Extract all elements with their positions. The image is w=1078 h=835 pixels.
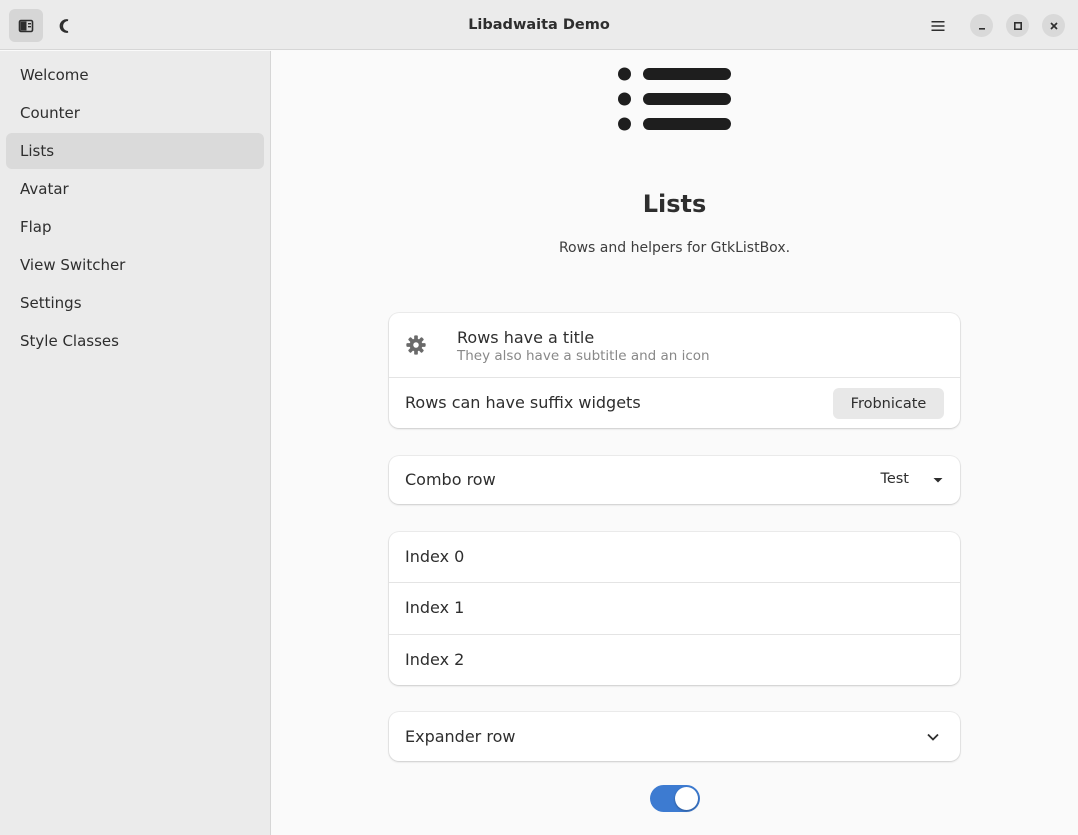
pan-down-icon xyxy=(933,478,943,483)
switch-knob xyxy=(675,787,698,810)
frobnicate-button[interactable]: Frobnicate xyxy=(833,388,944,419)
expander-card: Expander row xyxy=(389,712,960,761)
combo-value: Test xyxy=(880,471,909,487)
sidebar-toggle-button[interactable] xyxy=(9,9,43,42)
chevron-down-icon xyxy=(927,733,939,741)
dark-mode-button[interactable] xyxy=(49,9,83,42)
row-title: Index 0 xyxy=(405,547,465,566)
hamburger-menu-icon xyxy=(931,20,945,31)
sidebar-item-label: Style Classes xyxy=(20,332,119,350)
sidebar-item-avatar[interactable]: Avatar xyxy=(6,171,264,207)
expander-row[interactable]: Expander row xyxy=(389,712,960,761)
sidebar-item-label: Settings xyxy=(20,294,82,312)
moon-icon xyxy=(59,18,69,33)
toggle-switch[interactable] xyxy=(650,785,700,812)
list-item[interactable]: Index 0 xyxy=(389,532,960,583)
page-title: Lists xyxy=(642,190,707,218)
page-description: Rows and helpers for GtkListBox. xyxy=(558,240,791,256)
sidebar-item-label: Welcome xyxy=(20,66,89,84)
maximize-icon xyxy=(1013,21,1022,30)
sidebar-item-counter[interactable]: Counter xyxy=(6,95,264,131)
row-title: Rows can have suffix widgets xyxy=(405,393,641,412)
sidebar-item-flap[interactable]: Flap xyxy=(6,209,264,245)
header-bar: Libadwaita Demo xyxy=(0,0,1078,50)
sidebar-item-label: Avatar xyxy=(20,180,69,198)
gear-icon xyxy=(406,335,426,355)
view-list-icon xyxy=(618,67,731,131)
sidebar-item-settings[interactable]: Settings xyxy=(6,285,264,321)
suffix-row: Rows can have suffix widgets Frobnicate xyxy=(389,378,960,428)
main-menu-button[interactable] xyxy=(921,9,955,42)
list-item[interactable]: Index 2 xyxy=(389,635,960,685)
row-title: Rows have a title xyxy=(457,328,595,347)
sidebar-item-welcome[interactable]: Welcome xyxy=(6,57,264,93)
sidebar-item-label: Flap xyxy=(20,218,52,236)
sidebar-item-label: Lists xyxy=(20,142,55,160)
rows-card: Rows have a title They also have a subti… xyxy=(389,313,960,428)
sidebar-item-style-classes[interactable]: Style Classes xyxy=(6,323,264,359)
combo-card: Combo row Test xyxy=(389,456,960,504)
sidebar-item-view-switcher[interactable]: View Switcher xyxy=(6,247,264,283)
index-card: Index 0 Index 1 Index 2 xyxy=(389,532,960,685)
sidebar-item-label: View Switcher xyxy=(20,256,126,274)
sidebar-item-label: Counter xyxy=(20,104,80,122)
minimize-button[interactable] xyxy=(970,14,993,37)
combo-row[interactable]: Combo row Test xyxy=(389,456,960,504)
maximize-button[interactable] xyxy=(1006,14,1029,37)
close-button[interactable] xyxy=(1042,14,1065,37)
minimize-icon xyxy=(978,27,985,30)
sidebar-item-lists[interactable]: Lists xyxy=(6,133,264,169)
title-row: Rows have a title They also have a subti… xyxy=(389,313,960,378)
row-title: Index 1 xyxy=(405,598,465,617)
close-icon xyxy=(1049,21,1058,30)
sidebar-show-icon xyxy=(18,19,34,32)
row-title: Index 2 xyxy=(405,650,465,669)
window-title: Libadwaita Demo xyxy=(468,17,610,33)
row-title: Expander row xyxy=(405,727,516,746)
row-title: Combo row xyxy=(405,470,496,489)
list-item[interactable]: Index 1 xyxy=(389,583,960,635)
sidebar: Welcome Counter Lists Avatar Flap View S… xyxy=(0,51,271,835)
row-subtitle: They also have a subtitle and an icon xyxy=(457,348,710,364)
